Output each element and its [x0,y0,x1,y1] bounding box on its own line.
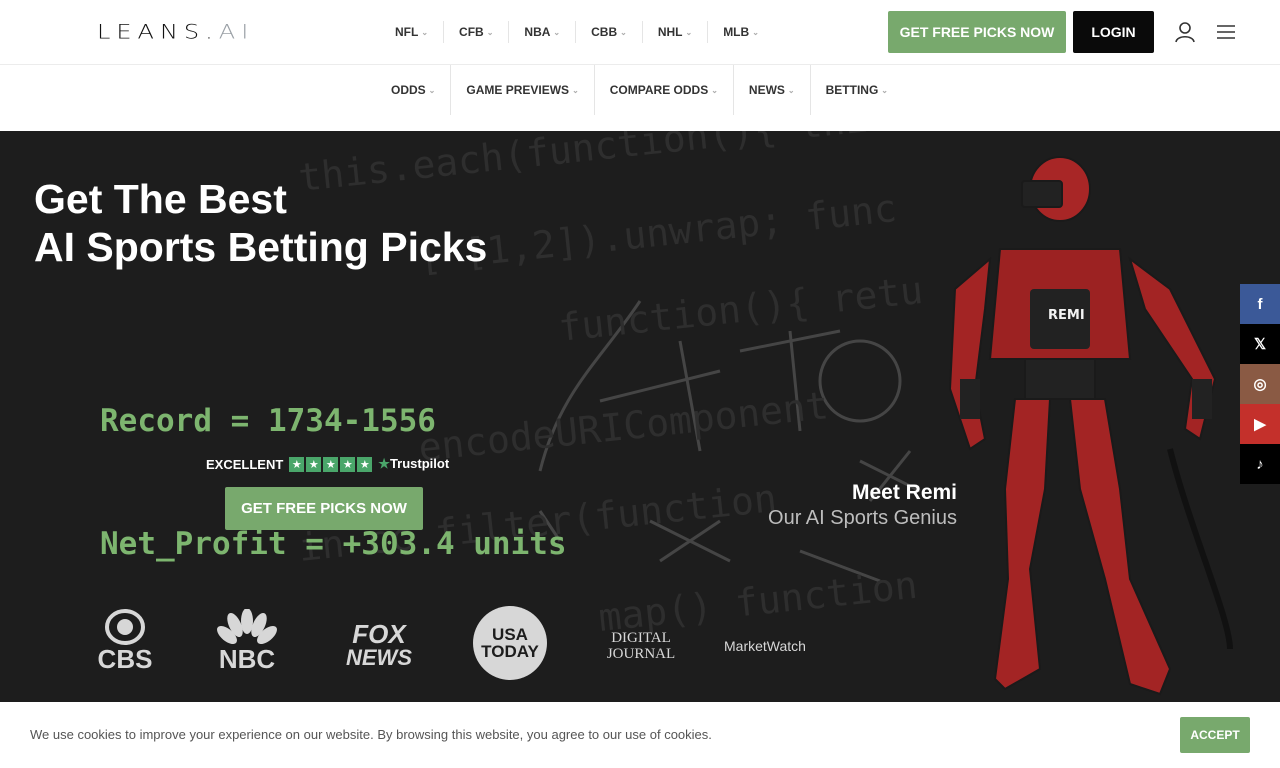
logo-main-text: LEANS. [97,20,219,44]
chevron-down-icon: ⌄ [685,27,693,37]
nav-label: NBA [524,25,551,39]
trustpilot-rating[interactable]: EXCELLENT ★ ★ ★ ★ ★ ★Trustpilot [206,456,449,472]
nav-label: CBB [591,25,618,39]
hero-get-free-picks-button[interactable]: GET FREE PICKS NOW [225,487,423,530]
accept-cookies-button[interactable]: ACCEPT [1180,717,1250,753]
nav-item-nfl[interactable]: NFL ⌄ [380,21,445,43]
fox-news-logo: FOX NEWS [342,614,416,676]
chevron-down-icon: ⌄ [620,27,627,37]
star-icon: ★ [289,456,305,472]
nbc-text: NBC [218,644,276,674]
logo-ai-text: AI [218,20,255,44]
nav-item-cbb[interactable]: CBB ⌄ [576,21,643,43]
remi-robot-image: REMI [948,156,1233,696]
nav-label: ODDS [391,83,426,97]
logo-text: LEANS.AI [97,21,254,43]
chevron-down-icon: ⌄ [752,27,759,37]
x-twitter-icon[interactable]: 𝕏 [1240,324,1280,364]
meet-title: Meet Remi [851,481,957,504]
get-free-picks-button[interactable]: GET FREE PICKS NOW [888,11,1066,53]
marketwatch-text: MarketWatch [724,638,806,654]
star-icon: ★ [306,456,322,472]
cookie-banner: We use cookies to improve your experienc… [0,702,1280,768]
star-icon: ★ [323,456,339,472]
cbs-eye-icon [105,609,145,645]
headline-line: AI Sports Betting Picks [34,224,488,270]
nbc-peacock-icon [217,609,277,644]
svg-text:function(){ retu: function(){ retu [556,268,925,350]
nav-item-betting[interactable]: BETTING ⌄ [811,65,903,115]
robot-badge: REMI [1048,308,1085,323]
nav-item-nba[interactable]: NBA ⌄ [509,21,577,43]
nav-label: NHL [657,25,683,39]
chevron-down-icon: ⌄ [572,85,579,95]
nav-item-compare-odds[interactable]: COMPARE ODDS ⌄ [595,65,734,115]
tiktok-icon[interactable]: ♪ [1240,444,1280,484]
social-share-bar: f 𝕏 ◎ ▶ ♪ [1240,284,1280,484]
chevron-down-icon: ⌄ [486,27,494,37]
hero-section: this.each(function(){ this. [ [1,2]).unw… [0,131,1280,702]
nav-label: GAME PREVIEWS [466,83,570,97]
nbc-logo: NBC [212,606,282,676]
meet-subtitle: Our AI Sports Genius [768,507,957,529]
chevron-down-icon: ⌄ [428,85,436,95]
journal-text: JOURNAL [606,646,676,662]
nav-label: CFB [459,25,484,39]
star-icon: ★ [340,456,356,472]
chevron-down-icon: ⌄ [787,85,795,95]
nav-item-mlb[interactable]: MLB ⌄ [708,21,774,43]
login-button[interactable]: LOGIN [1073,11,1154,53]
nav-item-nhl[interactable]: NHL ⌄ [643,21,709,43]
sport-nav: NFL ⌄ CFB ⌄ NBA ⌄ CBB ⌄ NHL ⌄ MLB ⌄ [380,21,774,43]
hero-headline: Get The Best AI Sports Betting Picks [34,175,487,271]
user-icon[interactable] [1174,21,1196,43]
nav-item-odds[interactable]: ODDS ⌄ [376,65,452,115]
today-text: TODAY [481,642,539,661]
star-rating: ★ ★ ★ ★ ★ [289,456,373,472]
rating-label: EXCELLENT [206,456,284,472]
chevron-down-icon: ⌄ [711,85,718,95]
usa-text: USA [492,625,528,644]
cbs-logo: CBS [90,606,160,676]
instagram-icon[interactable]: ◎ [1240,364,1280,404]
news-text: NEWS [346,645,412,670]
nav-item-game-previews[interactable]: GAME PREVIEWS ⌄ [451,65,595,115]
menu-icon[interactable] [1215,23,1237,41]
fox-text: FOX [352,619,406,649]
trustpilot-star-icon: ★ [378,456,390,471]
star-icon: ★ [357,456,373,472]
nav-label: NFL [395,25,419,39]
digital-text: DIGITAL [611,630,671,646]
nav-item-news[interactable]: NEWS ⌄ [734,65,811,115]
facebook-icon[interactable]: f [1240,284,1280,324]
trustpilot-text: Trustpilot [389,456,450,471]
headline-line: Get The Best [34,176,287,222]
youtube-icon[interactable]: ▶ [1240,404,1280,444]
nav-label: COMPARE ODDS [609,83,709,97]
nav-label: BETTING [825,83,879,97]
nav-item-cfb[interactable]: CFB ⌄ [444,21,510,43]
secondary-nav: ODDS ⌄ GAME PREVIEWS ⌄ COMPARE ODDS ⌄ NEWS ⌄… [0,65,1280,131]
press-logos: CBS NBC FOX NEWS USA TODAY DIGITAL JOURN… [90,606,820,686]
site-header: LEANS.AI NFL ⌄ CFB ⌄ NBA ⌄ CBB ⌄ NHL ⌄ MLB ⌄ G… [0,0,1280,65]
cookie-notice-text: We use cookies to improve your experienc… [30,727,712,742]
net-profit-line: Net_Profit = +303.4 units [100,526,567,562]
digital-journal-logo: DIGITAL JOURNAL [600,626,682,666]
meet-remi-caption: Meet Remi Our AI Sports Genius [768,481,957,530]
site-logo[interactable]: LEANS.AI [97,20,254,44]
record-stats: Record = 1734-1556 Net_Profit = +303.4 u… [100,319,567,647]
nav-label: MLB [723,25,750,39]
chevron-down-icon: ⌄ [421,27,429,37]
usa-today-logo: USA TODAY [473,606,547,680]
nav-label: NEWS [748,83,785,97]
chevron-down-icon: ⌄ [881,85,888,95]
record-line: Record = 1734-1556 [100,403,436,439]
trustpilot-logo: ★Trustpilot [378,456,449,472]
svg-text:[ [1,2]).unwrap; func: [ [1,2]).unwrap; func [416,186,898,280]
chevron-down-icon: ⌄ [553,27,561,37]
marketwatch-logo: MarketWatch [720,634,810,658]
cbs-text: CBS [97,644,153,674]
